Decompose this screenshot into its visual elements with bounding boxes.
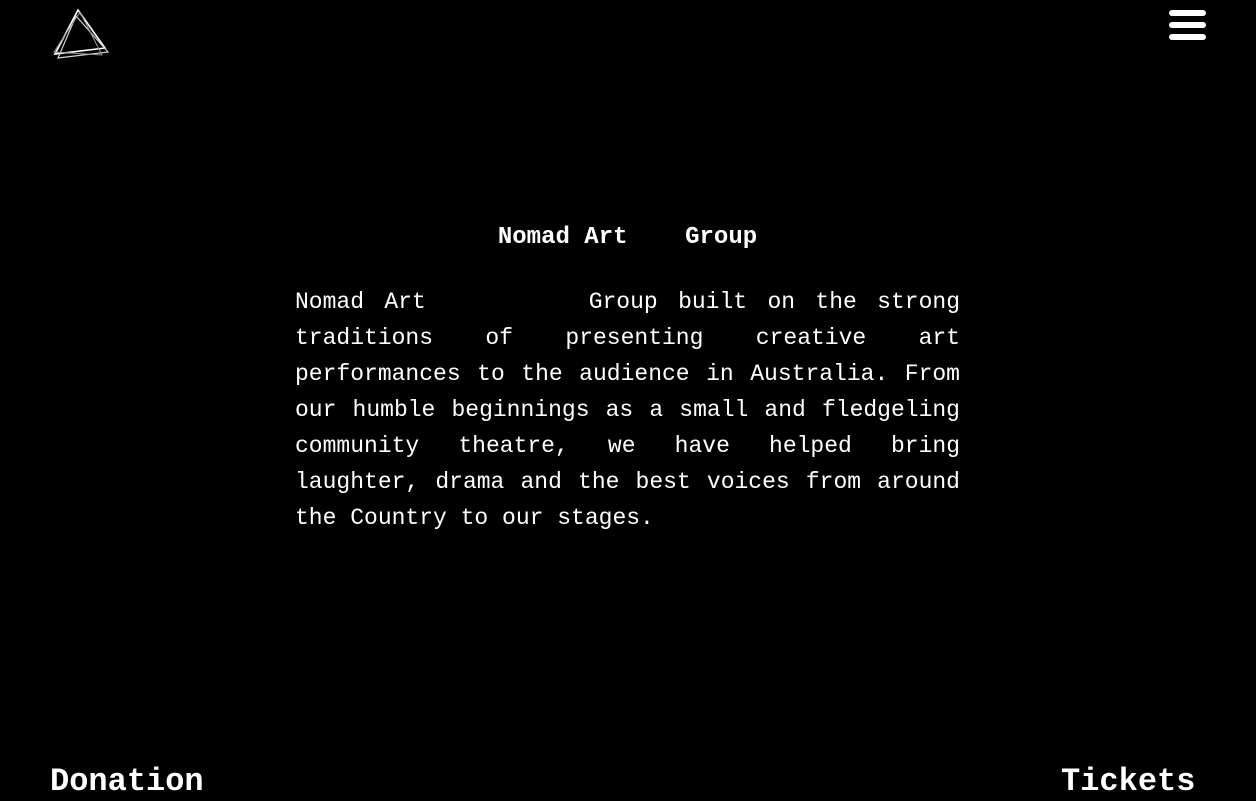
home-logo-link[interactable] <box>52 8 110 60</box>
tickets-link[interactable]: Tickets <box>1061 762 1195 801</box>
menu-bar <box>1169 10 1206 16</box>
menu-bar <box>1169 22 1206 28</box>
about-section: Nomad Art Group Nomad Art Group built on… <box>295 222 960 536</box>
menu-bar <box>1169 34 1206 40</box>
donation-link[interactable]: Donation <box>50 762 204 801</box>
about-description: Nomad Art Group built on the strong trad… <box>295 289 974 531</box>
page-title: Nomad Art Group <box>497 224 758 251</box>
triangle-logo-icon <box>52 8 110 60</box>
hamburger-menu-icon[interactable] <box>1169 10 1206 42</box>
